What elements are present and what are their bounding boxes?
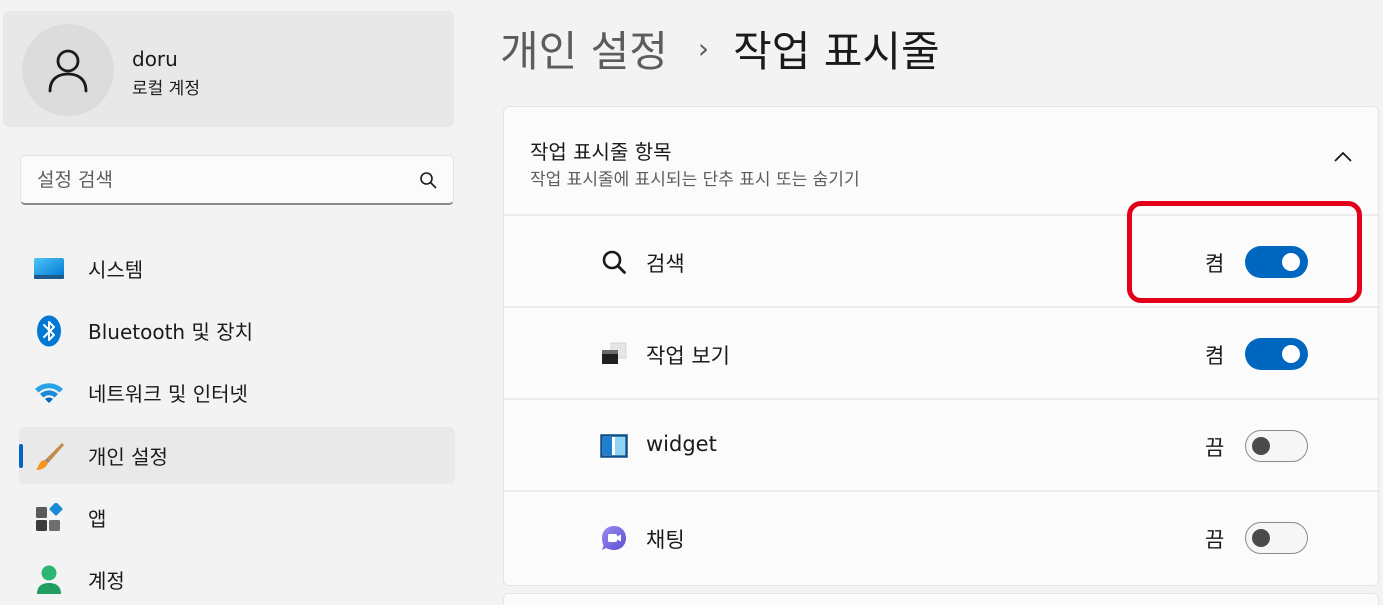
search-input[interactable] (37, 156, 407, 204)
sidebar-item-label: 시스템 (88, 258, 144, 282)
bluetooth-icon (33, 315, 65, 347)
task-view-icon (599, 339, 629, 369)
item-label: 채팅 (646, 528, 685, 552)
chevron-up-icon[interactable] (1334, 151, 1352, 162)
toggle-knob (1282, 345, 1300, 363)
toggle-knob (1252, 436, 1270, 455)
task-view-toggle[interactable] (1245, 338, 1308, 370)
widgets-icon (599, 431, 629, 461)
toggle-knob (1282, 253, 1300, 271)
person-icon (48, 49, 88, 93)
section-description: 작업 표시줄에 표시되는 단추 표시 또는 숨기기 (530, 170, 860, 190)
monitor-icon (33, 253, 65, 285)
item-label: 작업 보기 (646, 344, 730, 368)
section-title: 작업 표시줄 항목 (530, 140, 672, 164)
breadcrumb-parent-link[interactable]: 개인 설정 (500, 18, 668, 79)
next-settings-card (503, 593, 1379, 605)
sidebar-item-apps[interactable]: 앱 (19, 489, 455, 546)
wifi-icon (33, 377, 65, 409)
taskbar-items-card: 작업 표시줄 항목 작업 표시줄에 표시되는 단추 표시 또는 숨기기 검색 켬… (503, 106, 1379, 586)
search-toggle[interactable] (1245, 246, 1308, 278)
search-icon[interactable] (419, 171, 437, 189)
toggle-state-text: 켬 (1205, 252, 1225, 276)
taskbar-item-row-search: 검색 켬 (504, 214, 1378, 306)
item-label: 검색 (646, 252, 685, 276)
taskbar-items-header[interactable]: 작업 표시줄 항목 작업 표시줄에 표시되는 단추 표시 또는 숨기기 (504, 107, 1378, 214)
chat-icon (599, 523, 629, 553)
apps-icon (33, 502, 65, 534)
avatar (22, 24, 114, 116)
widgets-toggle[interactable] (1245, 430, 1308, 462)
toggle-state-text: 켬 (1205, 344, 1225, 368)
profile-account-type: 로컬 계정 (132, 79, 200, 99)
sidebar-item-system[interactable]: 시스템 (19, 240, 455, 297)
toggle-state-text: 끔 (1205, 436, 1225, 460)
taskbar-item-row-task-view: 작업 보기 켬 (504, 306, 1378, 398)
breadcrumb: 개인 설정 › 작업 표시줄 (500, 18, 940, 78)
paintbrush-icon (33, 440, 65, 472)
sidebar-item-label: 계정 (88, 569, 125, 593)
taskbar-item-row-widgets: widget 끔 (504, 398, 1378, 490)
sidebar-item-accounts[interactable]: 계정 (19, 551, 455, 605)
taskbar-item-row-chat: 채팅 끔 (504, 490, 1378, 582)
toggle-state-text: 끔 (1205, 528, 1225, 552)
breadcrumb-separator: › (697, 31, 710, 65)
item-label: widget (646, 432, 717, 456)
selection-indicator (19, 444, 23, 468)
sidebar-item-label: 네트워크 및 인터넷 (88, 382, 248, 406)
search-icon (599, 247, 629, 277)
chat-toggle[interactable] (1245, 522, 1308, 554)
sidebar-item-label: Bluetooth 및 장치 (88, 320, 254, 344)
settings-search-box[interactable] (20, 155, 454, 205)
sidebar-item-bluetooth[interactable]: Bluetooth 및 장치 (19, 302, 455, 359)
sidebar-item-personalization[interactable]: 개인 설정 (19, 427, 455, 484)
toggle-knob (1252, 528, 1270, 547)
profile-name: doru (132, 47, 178, 71)
account-icon (33, 564, 65, 596)
sidebar-item-network[interactable]: 네트워크 및 인터넷 (19, 364, 455, 421)
sidebar-item-label: 개인 설정 (88, 445, 168, 469)
sidebar-item-label: 앱 (88, 507, 107, 531)
user-profile-card[interactable]: doru 로컬 계정 (3, 11, 454, 127)
page-title: 작업 표시줄 (733, 26, 940, 76)
